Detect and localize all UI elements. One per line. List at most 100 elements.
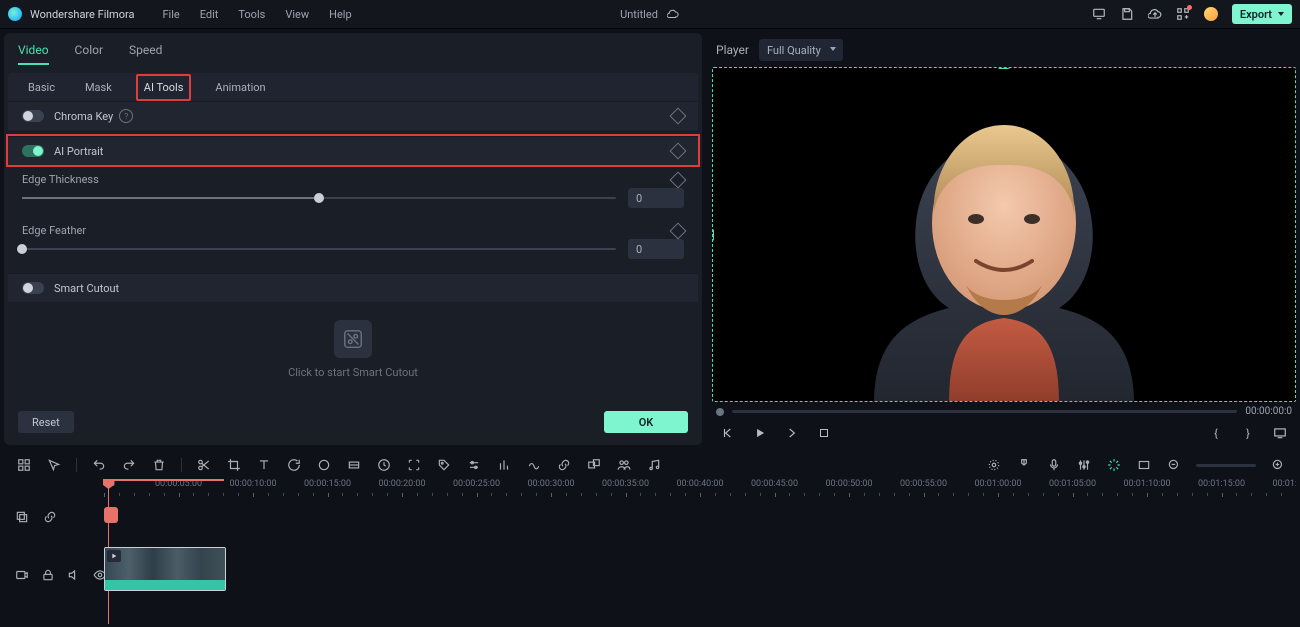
mute-icon[interactable] [66, 567, 82, 583]
ai-portrait-toggle[interactable] [22, 145, 44, 157]
edge-feather-value[interactable]: 0 [628, 239, 684, 259]
redo-icon[interactable] [121, 457, 137, 473]
tab-basic[interactable]: Basic [22, 76, 61, 99]
layout-icon[interactable] [16, 457, 32, 473]
reset-button[interactable]: Reset [18, 411, 74, 433]
mixer-icon[interactable] [1076, 457, 1092, 473]
speed-icon[interactable] [376, 457, 392, 473]
marker-icon[interactable] [1016, 457, 1032, 473]
group-icon[interactable] [586, 457, 602, 473]
delete-icon[interactable] [151, 457, 167, 473]
export-button[interactable]: Export [1232, 4, 1292, 24]
focus-icon[interactable] [406, 457, 422, 473]
account-avatar-icon[interactable] [1204, 7, 1218, 21]
topbar-right: Export [1092, 4, 1292, 24]
tab-animation[interactable]: Animation [209, 76, 271, 99]
users-icon[interactable] [616, 457, 632, 473]
preview-canvas[interactable] [712, 67, 1296, 402]
link-icon[interactable] [556, 457, 572, 473]
tag-icon[interactable] [436, 457, 452, 473]
aspect-icon[interactable] [1136, 457, 1152, 473]
cloud-sync-icon[interactable] [666, 7, 680, 21]
brace-open-icon[interactable]: { [1208, 425, 1224, 441]
render-icon[interactable] [986, 457, 1002, 473]
keyframe-icon[interactable] [670, 222, 687, 239]
timeline: 00:0000:00:05:0000:00:10:0000:00:15:0000… [4, 479, 1296, 624]
edge-feather-label-row: Edge Feather [4, 216, 702, 239]
tab-ai-tools[interactable]: AI Tools [136, 74, 192, 101]
tab-mask[interactable]: Mask [79, 76, 118, 99]
smart-cutout-icon[interactable] [334, 320, 372, 358]
monitor-icon[interactable] [1092, 7, 1106, 21]
tab-speed[interactable]: Speed [129, 43, 162, 65]
quality-select[interactable]: Full Quality [759, 39, 843, 61]
menu-help[interactable]: Help [329, 8, 352, 21]
menu-view[interactable]: View [285, 8, 309, 21]
marker-knob-icon[interactable] [104, 507, 118, 523]
timeline-corner-icons [14, 509, 58, 525]
save-icon[interactable] [1120, 7, 1134, 21]
music-icon[interactable] [646, 457, 662, 473]
zoom-in-icon[interactable] [1270, 457, 1286, 473]
rotate-icon[interactable] [286, 457, 302, 473]
scrub-position-icon[interactable] [716, 408, 724, 416]
zoom-slider[interactable] [1196, 464, 1256, 467]
step-forward-icon[interactable] [784, 425, 800, 441]
auto-reframe-icon[interactable] [1106, 457, 1122, 473]
keyframe-icon[interactable] [670, 143, 687, 160]
mosaic-icon[interactable] [346, 457, 362, 473]
voice-icon[interactable] [526, 457, 542, 473]
ruler-label: 00:01:15:00 [1198, 479, 1245, 489]
cloud-upload-icon[interactable] [1148, 7, 1162, 21]
adjust-icon[interactable] [466, 457, 482, 473]
duplicate-icon[interactable] [14, 509, 30, 525]
menu-file[interactable]: File [162, 8, 179, 21]
tab-color[interactable]: Color [75, 43, 103, 65]
crop-icon[interactable] [226, 457, 242, 473]
scrub-track[interactable] [732, 410, 1237, 413]
keyframe-icon[interactable] [670, 171, 687, 188]
preview-area[interactable] [712, 67, 1296, 402]
title-group: Untitled [620, 7, 680, 21]
mic-icon[interactable] [1046, 457, 1062, 473]
smart-cutout-hint: Click to start Smart Cutout [288, 366, 418, 379]
edge-feather-slider[interactable] [22, 248, 616, 250]
equalize-icon[interactable] [496, 457, 512, 473]
zoom-out-icon[interactable] [1166, 457, 1182, 473]
brace-close-icon[interactable]: } [1240, 425, 1256, 441]
timeline-clip[interactable] [104, 547, 226, 591]
app-logo-icon [8, 7, 22, 21]
ruler-label: 00:00:20:00 [378, 479, 425, 489]
circle-tool-icon[interactable] [316, 457, 332, 473]
track-video-icon[interactable] [14, 567, 30, 583]
resize-handle-icon[interactable] [712, 229, 714, 241]
text-icon[interactable] [256, 457, 272, 473]
chain-icon[interactable] [42, 509, 58, 525]
step-back-icon[interactable] [720, 425, 736, 441]
apps-icon[interactable] [1176, 7, 1190, 21]
menu-tools[interactable]: Tools [238, 8, 265, 21]
menu-edit[interactable]: Edit [200, 8, 219, 21]
ok-button[interactable]: OK [604, 411, 688, 433]
keyframe-icon[interactable] [670, 108, 687, 125]
smart-cutout-toggle[interactable] [22, 282, 44, 294]
help-icon[interactable]: ? [119, 109, 133, 123]
chroma-key-label: Chroma Key [54, 110, 113, 123]
undo-icon[interactable] [91, 457, 107, 473]
fullscreen-icon[interactable] [1272, 425, 1288, 441]
smart-cutout-row: Smart Cutout [8, 273, 698, 302]
pointer-icon[interactable] [46, 457, 62, 473]
lock-icon[interactable] [40, 567, 56, 583]
track-controls [14, 567, 108, 583]
edge-thickness-slider[interactable] [22, 197, 616, 199]
chroma-key-toggle[interactable] [22, 110, 44, 122]
stop-icon[interactable] [816, 425, 832, 441]
resize-handle-icon[interactable] [998, 67, 1010, 69]
play-icon[interactable] [752, 425, 768, 441]
time-ruler[interactable]: 00:0000:00:05:0000:00:10:0000:00:15:0000… [104, 479, 1296, 503]
tab-video[interactable]: Video [18, 43, 49, 65]
ruler-label: 00:01:05:00 [1049, 479, 1096, 489]
split-icon[interactable] [196, 457, 212, 473]
edge-thickness-value[interactable]: 0 [628, 188, 684, 208]
inspector-panel: Video Color Speed Basic Mask AI Tools An… [4, 33, 702, 445]
